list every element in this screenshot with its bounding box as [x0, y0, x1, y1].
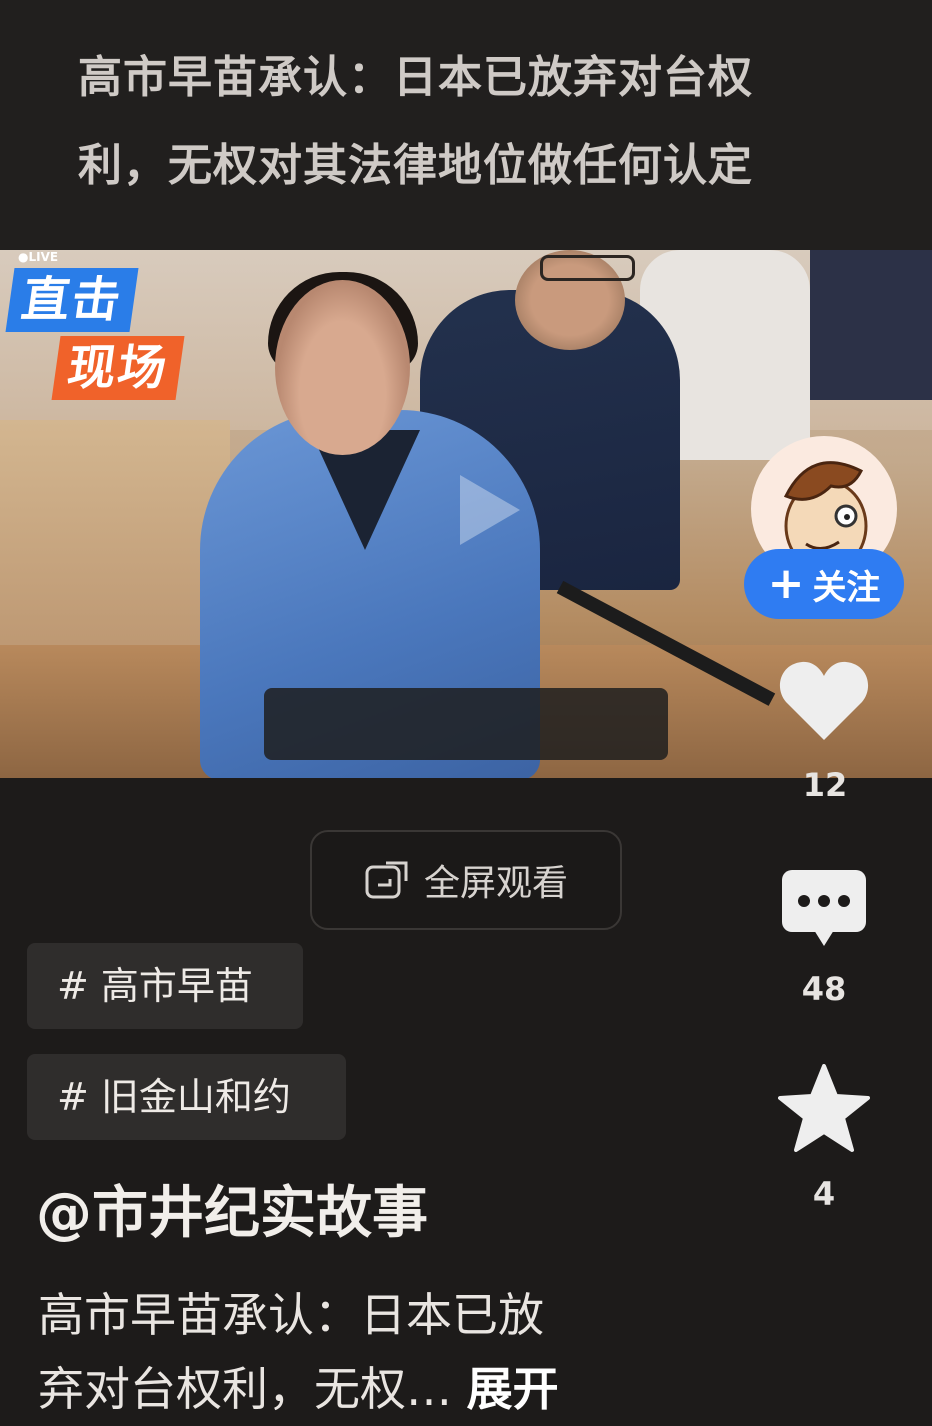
hashtag-chip[interactable]: # 旧金山和约 [27, 1054, 346, 1140]
fullscreen-button[interactable]: 全屏观看 [310, 830, 622, 930]
fullscreen-icon [365, 861, 408, 899]
play-icon[interactable] [440, 465, 530, 555]
scene-badge-line-1: 直击 [5, 268, 139, 332]
comment-count: 48 [801, 970, 847, 1008]
description-line-1: 高市早苗承认：日本已放 [38, 1288, 544, 1342]
live-label: ●LIVE [18, 250, 59, 264]
headline-banner: 高市早苗承认：日本已放弃对台权 利，无权对其法律地位做任何认定 [0, 0, 932, 250]
video-scene-person [810, 250, 932, 400]
video-scene-glasses [540, 255, 635, 281]
star-icon[interactable] [778, 1064, 870, 1152]
hashtag-chip[interactable]: # 高市早苗 [27, 943, 303, 1029]
video-scene-speaker-head [275, 280, 410, 455]
expand-link[interactable]: 展开 [467, 1362, 559, 1416]
heart-icon[interactable] [778, 658, 870, 742]
scene-badge-line-2: 现场 [51, 336, 185, 400]
headline-line-1: 高市早苗承认：日本已放弃对台权 [78, 52, 753, 103]
description-line-2: 弃对台权利，无权… 展开 [38, 1352, 658, 1426]
follow-button[interactable]: + 关注 [744, 549, 904, 619]
headline-title: 高市早苗承认：日本已放弃对台权 利，无权对其法律地位做任何认定 [78, 34, 868, 210]
subtitle-overlay [264, 688, 668, 760]
author-name[interactable]: @市井纪实故事 [36, 1178, 428, 1250]
fullscreen-label: 全屏观看 [423, 863, 568, 904]
favorite-count: 4 [812, 1175, 836, 1213]
plus-icon: + [767, 558, 805, 609]
headline-line-2: 利，无权对其法律地位做任何认定 [78, 140, 753, 191]
follow-label: 关注 [812, 567, 881, 608]
comment-icon[interactable] [780, 868, 868, 950]
post-description: 高市早苗承认：日本已放 弃对台权利，无权… 展开 [38, 1278, 658, 1426]
like-count: 12 [802, 766, 848, 804]
description-line-2-text: 弃对台权利，无权… [38, 1362, 452, 1416]
